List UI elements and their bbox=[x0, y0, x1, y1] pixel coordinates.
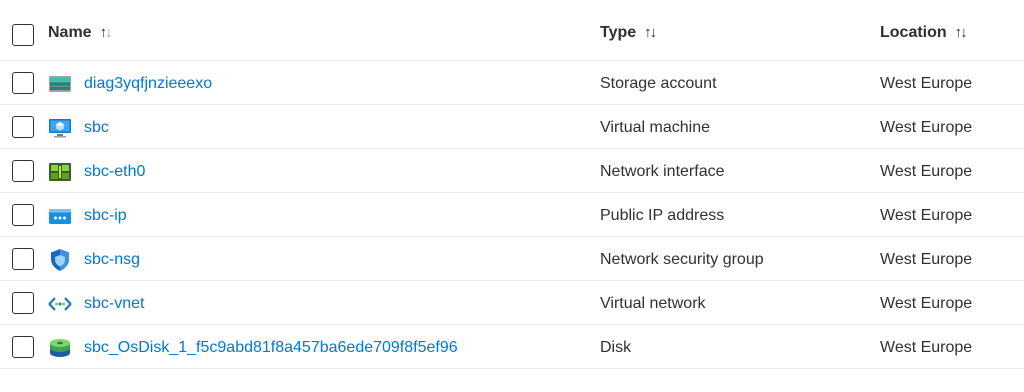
type-cell: Virtual machine bbox=[600, 119, 710, 136]
table-row[interactable]: sbc-eth0 Network interface West Europe bbox=[0, 149, 1024, 193]
table-row[interactable]: sbc Virtual machine West Europe bbox=[0, 105, 1024, 149]
name-cell: sbc-ip bbox=[48, 204, 127, 228]
location-cell: West Europe bbox=[880, 163, 973, 180]
location-cell: West Europe bbox=[880, 339, 973, 356]
sort-icon[interactable]: ↑ ↓ bbox=[955, 24, 968, 42]
name-cell: sbc-nsg bbox=[48, 248, 140, 272]
row-checkbox[interactable] bbox=[12, 336, 34, 358]
table-row[interactable]: sbc-nsg Network security group West Euro… bbox=[0, 237, 1024, 281]
type-cell: Storage account bbox=[600, 75, 717, 92]
name-cell: sbc-vnet bbox=[48, 292, 144, 316]
column-header-type-label: Type bbox=[600, 24, 637, 41]
type-cell: Disk bbox=[600, 339, 632, 356]
resource-name-link[interactable]: sbc-ip bbox=[84, 207, 127, 225]
location-cell: West Europe bbox=[880, 119, 973, 136]
location-cell: West Europe bbox=[880, 251, 973, 268]
select-all-checkbox[interactable] bbox=[12, 24, 34, 46]
resource-name-link[interactable]: sbc-nsg bbox=[84, 251, 140, 269]
row-checkbox[interactable] bbox=[12, 292, 34, 314]
column-header-type[interactable]: Type ↑ ↓ bbox=[600, 24, 657, 42]
column-header-location[interactable]: Location ↑ ↓ bbox=[880, 24, 968, 42]
column-header-name[interactable]: Name ↑ ↓ bbox=[48, 24, 113, 42]
type-cell: Network security group bbox=[600, 251, 764, 268]
column-header-name-label: Name bbox=[48, 24, 92, 41]
type-cell: Public IP address bbox=[600, 207, 725, 224]
column-header-location-label: Location bbox=[880, 24, 947, 41]
name-cell: sbc-eth0 bbox=[48, 160, 145, 184]
grid-header: Name ↑ ↓ Type ↑ ↓ Location ↑ ↓ bbox=[0, 0, 1024, 61]
name-cell: diag3yqfjnzieeexo bbox=[48, 72, 212, 96]
type-cell: Virtual network bbox=[600, 295, 706, 312]
shield-icon bbox=[48, 248, 72, 272]
row-checkbox[interactable] bbox=[12, 72, 34, 94]
resource-name-link[interactable]: sbc-vnet bbox=[84, 295, 144, 313]
name-cell: sbc bbox=[48, 116, 109, 140]
resource-grid: Name ↑ ↓ Type ↑ ↓ Location ↑ ↓ diag3yqfj… bbox=[0, 0, 1024, 369]
table-row[interactable]: sbc-ip Public IP address West Europe bbox=[0, 193, 1024, 237]
network-interface-icon bbox=[48, 160, 72, 184]
resource-name-link[interactable]: sbc_OsDisk_1_f5c9abd81f8a457ba6ede709f8f… bbox=[84, 339, 458, 357]
row-checkbox[interactable] bbox=[12, 248, 34, 270]
row-checkbox[interactable] bbox=[12, 160, 34, 182]
location-cell: West Europe bbox=[880, 207, 973, 224]
location-cell: West Europe bbox=[880, 295, 973, 312]
location-cell: West Europe bbox=[880, 75, 973, 92]
resource-name-link[interactable]: sbc bbox=[84, 119, 109, 137]
table-row[interactable]: diag3yqfjnzieeexo Storage account West E… bbox=[0, 61, 1024, 105]
public-ip-icon bbox=[48, 204, 72, 228]
table-row[interactable]: sbc_OsDisk_1_f5c9abd81f8a457ba6ede709f8f… bbox=[0, 325, 1024, 369]
resource-name-link[interactable]: diag3yqfjnzieeexo bbox=[84, 75, 212, 93]
row-checkbox[interactable] bbox=[12, 116, 34, 138]
storage-account-icon bbox=[48, 72, 72, 96]
row-checkbox[interactable] bbox=[12, 204, 34, 226]
virtual-machine-icon bbox=[48, 116, 72, 140]
virtual-network-icon bbox=[48, 292, 72, 316]
type-cell: Network interface bbox=[600, 163, 725, 180]
disk-icon bbox=[48, 336, 72, 360]
resource-name-link[interactable]: sbc-eth0 bbox=[84, 163, 145, 181]
sort-icon[interactable]: ↑ ↓ bbox=[644, 24, 657, 42]
sort-icon[interactable]: ↑ ↓ bbox=[100, 24, 113, 42]
table-row[interactable]: sbc-vnet Virtual network West Europe bbox=[0, 281, 1024, 325]
name-cell: sbc_OsDisk_1_f5c9abd81f8a457ba6ede709f8f… bbox=[48, 336, 458, 360]
